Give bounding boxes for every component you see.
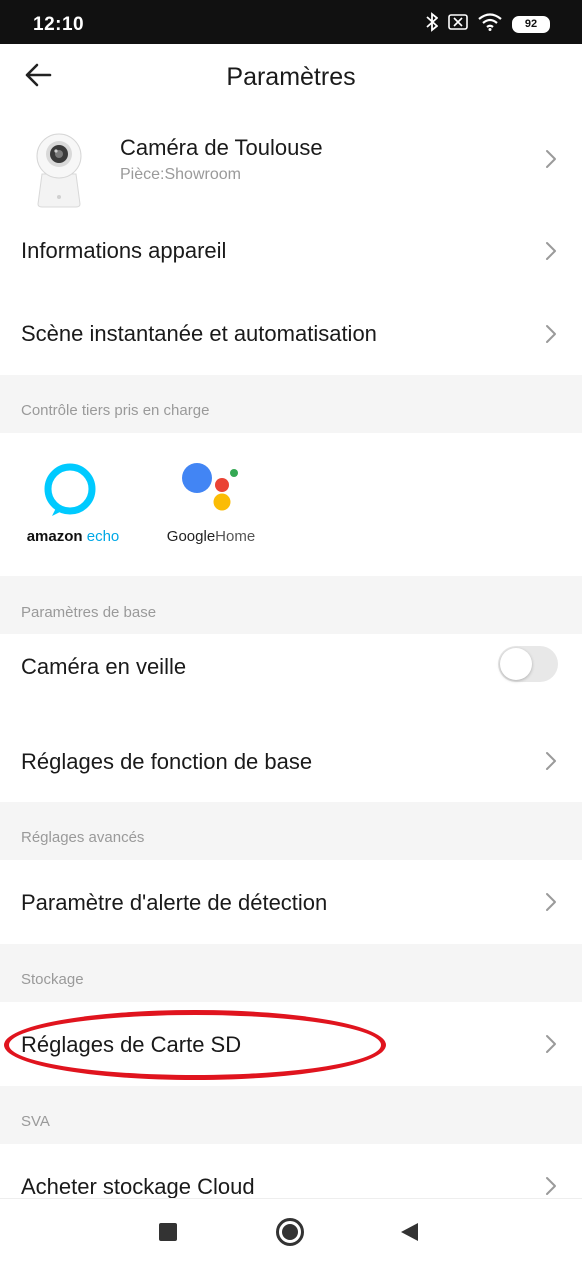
chevron-right-icon — [544, 240, 558, 262]
home-icon — [275, 1217, 305, 1252]
system-nav-bar — [0, 1198, 582, 1269]
recent-apps-icon — [158, 1222, 178, 1247]
detection-alert-label: Paramètre d'alerte de détection — [21, 890, 328, 915]
battery-icon: 92 — [512, 15, 550, 33]
section-header-storage: Stockage — [0, 944, 582, 1002]
amazon-echo-label: amazon echo — [13, 528, 133, 545]
home-label: Home — [215, 528, 256, 545]
standby-toggle[interactable] — [498, 646, 558, 682]
alexa-icon — [42, 462, 98, 523]
section-header-basic: Paramètres de base — [0, 576, 582, 634]
google-home-item[interactable]: GoogleHome — [151, 460, 271, 560]
section-title: Réglages avancés — [21, 829, 145, 846]
wifi-icon — [478, 12, 502, 36]
header: Paramètres — [0, 44, 582, 110]
section-header-advanced: Réglages avancés — [0, 802, 582, 860]
system-back-button[interactable] — [394, 1219, 424, 1249]
chevron-right-icon — [544, 323, 558, 345]
section-header-third-party: Contrôle tiers pris en charge — [0, 375, 582, 433]
section-header-sva: SVA — [0, 1086, 582, 1144]
status-time: 12:10 — [33, 14, 85, 35]
google-home-label: GoogleHome — [151, 528, 271, 545]
sd-card-label: Réglages de Carte SD — [21, 1032, 242, 1057]
amazon-label: amazon — [26, 528, 83, 545]
cloud-storage-label: Acheter stockage Cloud — [21, 1174, 255, 1198]
sd-card-row[interactable]: Réglages de Carte SD — [0, 1002, 582, 1086]
home-button[interactable] — [275, 1217, 305, 1252]
section-title: Paramètres de base — [21, 604, 157, 621]
chevron-right-icon — [544, 750, 558, 772]
device-name: Caméra de Toulouse — [120, 135, 323, 160]
section-title: Stockage — [21, 971, 84, 988]
scene-automation-label: Scène instantanée et automatisation — [21, 321, 377, 346]
device-row[interactable]: Caméra de Toulouse Pièce:Showroom — [0, 110, 582, 210]
chevron-right-icon — [544, 891, 558, 913]
bluetooth-icon — [426, 11, 439, 37]
chevron-right-icon — [544, 1175, 558, 1197]
section-title: SVA — [21, 1113, 50, 1130]
device-info-label: Informations appareil — [21, 238, 227, 263]
chevron-right-icon — [544, 148, 558, 170]
echo-label: echo — [86, 528, 120, 545]
page-title: Paramètres — [226, 63, 356, 91]
status-icons: 92 — [426, 11, 550, 37]
amazon-echo-item[interactable]: amazon echo — [13, 460, 133, 560]
camera-standby-row: Caméra en veille — [0, 634, 582, 718]
back-icon — [398, 1221, 420, 1248]
cloud-storage-row[interactable]: Acheter stockage Cloud — [0, 1144, 582, 1198]
basic-functions-label: Réglages de fonction de base — [21, 749, 313, 774]
status-bar: 12:10 92 — [0, 0, 582, 44]
third-party-panel: amazon echo GoogleHome — [0, 433, 582, 576]
recent-apps-button[interactable] — [153, 1219, 183, 1249]
basic-functions-row[interactable]: Réglages de fonction de base — [0, 718, 582, 802]
section-title: Contrôle tiers pris en charge — [21, 402, 210, 419]
toggle-knob — [500, 648, 532, 680]
detection-alert-row[interactable]: Paramètre d'alerte de détection — [0, 860, 582, 944]
camera-standby-label: Caméra en veille — [21, 654, 187, 679]
google-label: Google — [166, 528, 216, 545]
sim-off-icon — [448, 13, 468, 35]
chevron-right-icon — [544, 1033, 558, 1055]
google-assistant-icon — [179, 460, 243, 521]
camera-icon — [30, 132, 88, 208]
device-info-row[interactable]: Informations appareil — [0, 210, 582, 293]
device-room: Pièce:Showroom — [120, 166, 241, 183]
scene-automation-row[interactable]: Scène instantanée et automatisation — [0, 293, 582, 375]
